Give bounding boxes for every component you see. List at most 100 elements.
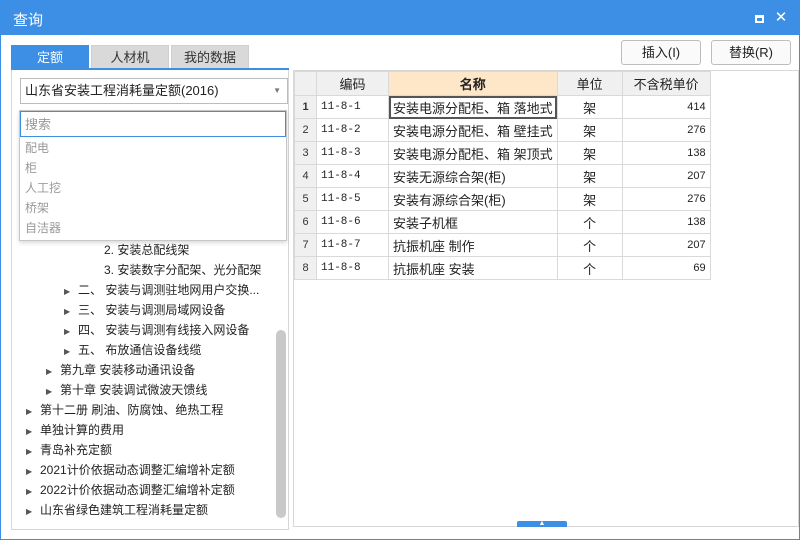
cell-unit[interactable]: 个 xyxy=(556,256,623,280)
row-number: 7 xyxy=(294,233,317,257)
library-select[interactable]: 山东省安装工程消耗量定额(2016) ▼ xyxy=(20,78,288,104)
expand-icon[interactable]: ▶ xyxy=(26,402,40,422)
tree-item[interactable]: 2. 安装总配线架 xyxy=(104,240,189,260)
search-suggestion[interactable]: 柜 xyxy=(25,158,37,178)
table-row[interactable]: 4 11-8-4 安装无源综合架(柜) 架 207 xyxy=(294,164,711,188)
expand-icon[interactable]: ▶ xyxy=(64,302,78,322)
cell-name[interactable]: 安装电源分配柜、箱 架顶式 xyxy=(388,141,558,165)
cell-name[interactable]: 安装电源分配柜、箱 落地式 xyxy=(388,95,558,119)
tree-scrollbar[interactable] xyxy=(276,330,286,518)
table-row[interactable]: 7 11-8-7 抗振机座 制作 个 207 xyxy=(294,233,711,257)
search-suggestion[interactable]: 配电 xyxy=(25,138,49,158)
table-row[interactable]: 6 11-8-6 安装子机框 个 138 xyxy=(294,210,711,234)
tree-item[interactable]: ▶ 第十章 安装调试微波天馈线 xyxy=(46,380,207,400)
cell-name[interactable]: 安装有源综合架(柜) xyxy=(388,187,558,211)
cell-code[interactable]: 11-8-5 xyxy=(316,187,389,211)
cell-price[interactable]: 138 xyxy=(621,210,711,234)
cell-code[interactable]: 11-8-2 xyxy=(316,118,389,142)
search-suggestion[interactable]: 人工挖 xyxy=(25,178,61,198)
tree-item[interactable]: ▶ 2021计价依据动态调整汇编增补定额 xyxy=(26,460,235,480)
search-dropdown: 配电 柜 人工挖 桥架 自洁器 xyxy=(19,110,287,241)
row-number: 5 xyxy=(294,187,317,211)
replace-button[interactable]: 替换(R) xyxy=(711,40,791,65)
chevron-down-icon[interactable]: ▼ xyxy=(273,79,281,103)
tab-my-data[interactable]: 我的数据 xyxy=(171,45,249,69)
tree-item[interactable]: ▶ 第十二册 刷油、防腐蚀、绝热工程 xyxy=(26,400,223,420)
close-icon[interactable]: ✕ xyxy=(773,10,789,26)
table-row[interactable]: 5 11-8-5 安装有源综合架(柜) 架 276 xyxy=(294,187,711,211)
cell-price[interactable]: 207 xyxy=(621,233,711,257)
library-select-value: 山东省安装工程消耗量定额(2016) xyxy=(25,83,219,98)
search-input[interactable] xyxy=(20,111,286,137)
expand-icon[interactable]: ▶ xyxy=(64,342,78,362)
row-number: 8 xyxy=(294,256,317,280)
cell-unit[interactable]: 个 xyxy=(556,210,623,234)
table-row[interactable]: 1 11-8-1 安装电源分配柜、箱 落地式 架 414 xyxy=(294,95,711,119)
search-suggestion[interactable]: 桥架 xyxy=(25,198,49,218)
query-dialog: 查询 ✕ 定额 人材机 我的数据 插入(I) 替换(R) 山东省安装工程消耗量定… xyxy=(0,0,800,540)
tree-item[interactable]: ▶ 第九章 安装移动通讯设备 xyxy=(46,360,195,380)
cell-name[interactable]: 抗振机座 制作 xyxy=(388,233,558,257)
cell-price[interactable]: 414 xyxy=(621,95,711,119)
cell-price[interactable]: 276 xyxy=(621,187,711,211)
column-header-price[interactable]: 不含税单价 xyxy=(621,71,711,96)
cell-unit[interactable]: 架 xyxy=(556,164,623,188)
cell-price[interactable]: 69 xyxy=(621,256,711,280)
expand-icon[interactable]: ▶ xyxy=(46,382,60,402)
table-row[interactable]: 3 11-8-3 安装电源分配柜、箱 架顶式 架 138 xyxy=(294,141,711,165)
insert-button[interactable]: 插入(I) xyxy=(621,40,701,65)
table-row[interactable]: 8 11-8-8 抗振机座 安装 个 69 xyxy=(294,256,711,280)
cell-code[interactable]: 11-8-6 xyxy=(316,210,389,234)
cell-code[interactable]: 11-8-7 xyxy=(316,233,389,257)
cell-price[interactable]: 276 xyxy=(621,118,711,142)
cell-unit[interactable]: 架 xyxy=(556,118,623,142)
tree-item[interactable]: 3. 安装数字分配架、光分配架 xyxy=(104,260,261,280)
cell-unit[interactable]: 架 xyxy=(556,95,623,119)
column-header-code[interactable]: 编码 xyxy=(316,71,389,96)
expand-icon[interactable]: ▶ xyxy=(26,462,40,482)
quota-table: 编码 名称 单位 不含税单价 1 11-8-1 安装电源分配柜、箱 落地式 架 … xyxy=(294,71,711,280)
cell-code[interactable]: 11-8-1 xyxy=(316,95,389,119)
row-number: 6 xyxy=(294,210,317,234)
cell-unit[interactable]: 个 xyxy=(556,233,623,257)
cell-unit[interactable]: 架 xyxy=(556,187,623,211)
expand-icon[interactable]: ▶ xyxy=(26,422,40,442)
cell-price[interactable]: 207 xyxy=(621,164,711,188)
tree-item[interactable]: ▶ 五、 布放通信设备线缆 xyxy=(64,340,201,360)
search-suggestion[interactable]: 自洁器 xyxy=(25,218,61,238)
cell-name[interactable]: 安装子机框 xyxy=(388,210,558,234)
cell-code[interactable]: 11-8-8 xyxy=(316,256,389,280)
tree-item[interactable]: ▶ 二、 安装与调测驻地网用户交换... xyxy=(64,280,259,300)
cell-name[interactable]: 安装无源综合架(柜) xyxy=(388,164,558,188)
expand-icon[interactable]: ▶ xyxy=(64,322,78,342)
table-row[interactable]: 2 11-8-2 安装电源分配柜、箱 壁挂式 架 276 xyxy=(294,118,711,142)
tree-item[interactable]: ▶ 山东省绿色建筑工程消耗量定额 xyxy=(26,500,208,520)
title-bar: 查询 ✕ xyxy=(1,1,799,35)
window-title: 查询 xyxy=(13,12,44,29)
cell-unit[interactable]: 架 xyxy=(556,141,623,165)
expand-icon[interactable]: ▶ xyxy=(26,502,40,522)
cell-code[interactable]: 11-8-4 xyxy=(316,164,389,188)
panel-splitter-handle[interactable]: ▲ xyxy=(517,520,567,527)
row-number: 3 xyxy=(294,141,317,165)
column-header-name[interactable]: 名称 xyxy=(388,71,558,96)
expand-icon[interactable]: ▶ xyxy=(46,362,60,382)
column-header-unit[interactable]: 单位 xyxy=(556,71,623,96)
expand-icon[interactable]: ▶ xyxy=(64,282,78,302)
tab-quota[interactable]: 定额 xyxy=(11,45,89,69)
row-number: 1 xyxy=(294,95,317,119)
cell-code[interactable]: 11-8-3 xyxy=(316,141,389,165)
tree-item[interactable]: ▶ 2022计价依据动态调整汇编增补定额 xyxy=(26,480,235,500)
tab-labor-material-machine[interactable]: 人材机 xyxy=(91,45,169,69)
tree-item[interactable]: ▶ 三、 安装与调测局域网设备 xyxy=(64,300,225,320)
maximize-icon[interactable] xyxy=(751,10,767,26)
tree-item[interactable]: ▶ 四、 安装与调测有线接入网设备 xyxy=(64,320,249,340)
cell-name[interactable]: 抗振机座 安装 xyxy=(388,256,558,280)
tree-item[interactable]: ▶ 单独计算的费用 xyxy=(26,420,124,440)
cell-name[interactable]: 安装电源分配柜、箱 壁挂式 xyxy=(388,118,558,142)
cell-price[interactable]: 138 xyxy=(621,141,711,165)
expand-icon[interactable]: ▶ xyxy=(26,442,40,462)
row-number-header xyxy=(294,71,317,96)
tree-item[interactable]: ▶ 青岛补充定额 xyxy=(26,440,112,460)
expand-icon[interactable]: ▶ xyxy=(26,482,40,502)
